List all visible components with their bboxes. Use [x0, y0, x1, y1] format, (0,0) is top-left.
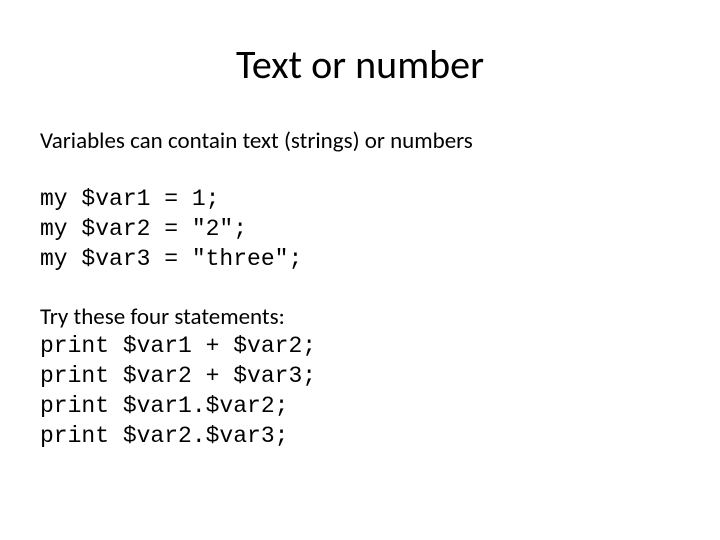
slide-title: Text or number [40, 40, 680, 89]
code-block-declarations: my $var1 = 1; my $var2 = "2"; my $var3 =… [40, 185, 680, 275]
try-statements-label: Try these four statements: [40, 303, 680, 333]
intro-text: Variables can contain text (strings) or … [40, 127, 680, 157]
code-block-statements: print $var1 + $var2; print $var2 + $var3… [40, 332, 680, 452]
